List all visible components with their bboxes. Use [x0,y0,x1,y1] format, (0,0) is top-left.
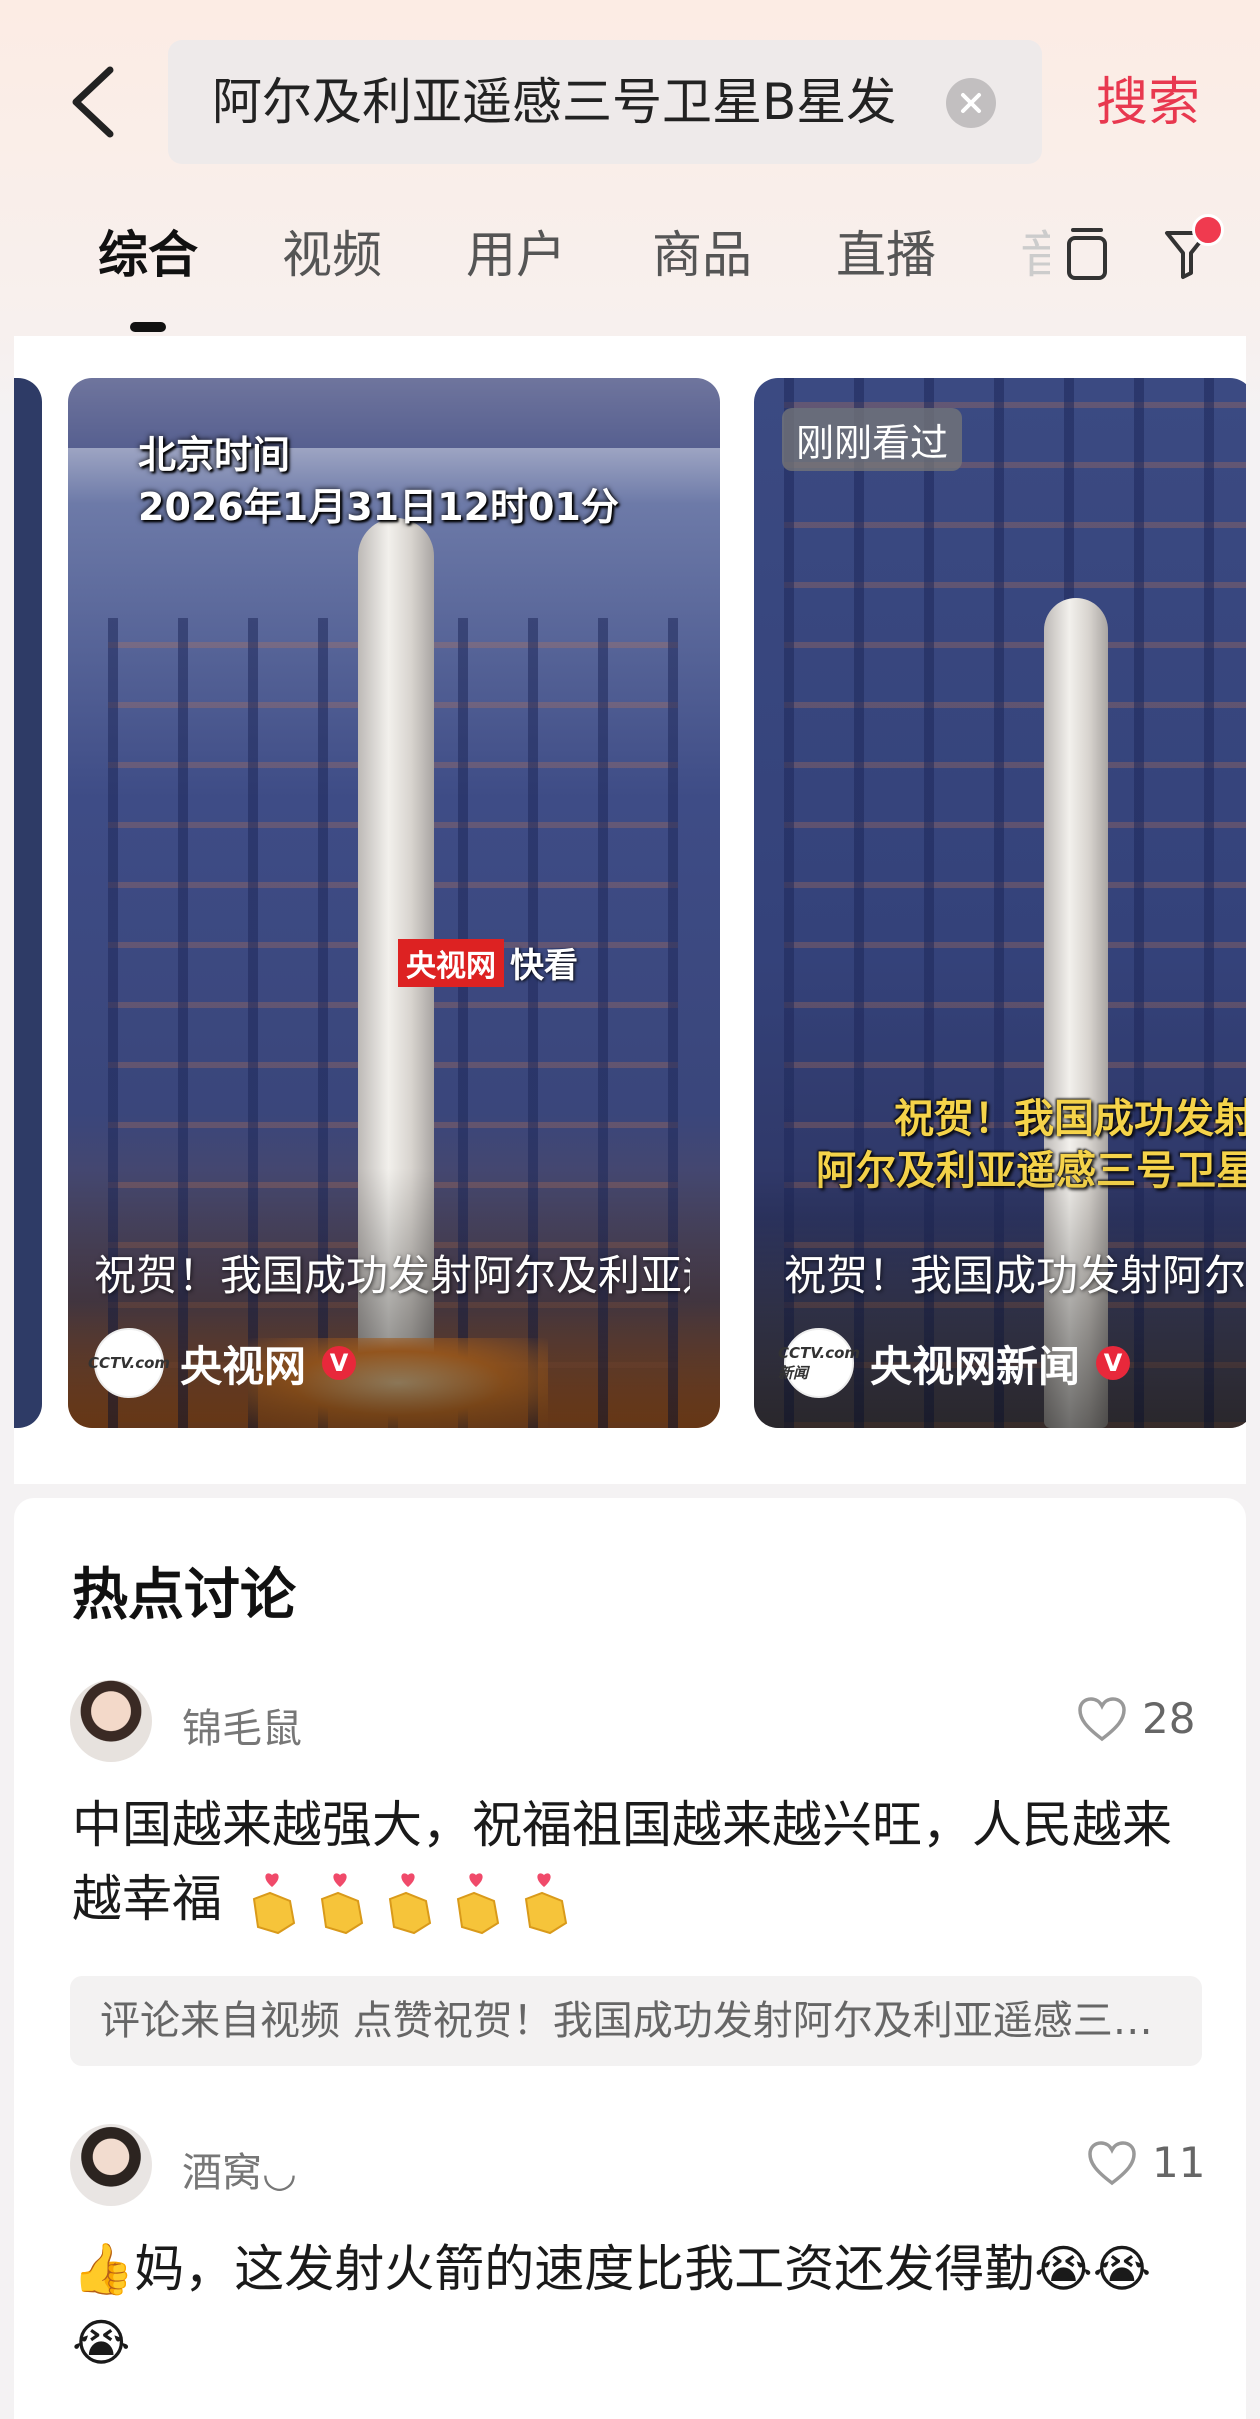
verified-icon: V [322,1346,357,1380]
comment-body: 中国越来越强大，祝福祖国越来越兴旺，人民越来越幸福 [72,1796,1172,1928]
comment-username[interactable]: 锦毛鼠 [182,1696,302,1754]
finger-heart-emoji [388,1872,432,1934]
author-name[interactable]: 央视网 [180,1333,306,1394]
time-label-line2: 2026年1月31日12时01分 [138,485,619,529]
video-title[interactable]: 祝贺！我国成功发射阿尔及利亚遥感三号卫星B星 [784,1242,1246,1303]
search-button[interactable]: 搜索 [1096,60,1200,146]
layout-toggle-button[interactable] [1060,222,1114,286]
finger-heart-emoji [252,1872,296,1934]
thumbs-up-emoji: 👍 [72,2240,135,2298]
tab-users[interactable]: 用户 [466,220,566,290]
heart-icon [1078,1696,1126,1741]
finger-heart-emoji-row [238,1870,578,1934]
search-box[interactable]: 阿尔及利亚遥感三号卫星B星发 [168,40,1042,164]
clear-icon [961,93,981,113]
video-author[interactable]: CCTV.com 央视网 V [88,1328,357,1398]
tab-truncated[interactable]: 音 [1020,220,1050,290]
avatar[interactable] [70,2124,152,2206]
comment-source-text[interactable]: 评论来自视频 点赞祝贺！我国成功发射阿尔及利亚遥感三号卫星B星 [100,1976,1160,2066]
tab-all[interactable]: 综合 [98,220,198,290]
search-input[interactable]: 阿尔及利亚遥感三号卫星B星发 [212,40,932,164]
watermark-badge: 央视网 [398,938,504,987]
video-caption-line1: 祝贺！我国成功发射 [894,1096,1246,1142]
hot-discussion-section: 热点讨论 锦毛鼠 28 中国越来越强大，祝福祖国越来越兴旺，人民越来越幸福 评论… [14,1498,1246,2419]
section-title: 热点讨论 [72,1563,296,1628]
like-button[interactable]: 11 [1086,2138,1205,2187]
verified-icon: V [1096,1346,1131,1380]
filter-badge-dot [1192,214,1224,246]
author-name[interactable]: 央视网新闻 [870,1333,1080,1394]
recently-watched-badge: 刚刚看过 [782,408,963,471]
watermark-text: 快看 [510,946,578,986]
comment-source[interactable]: 评论来自视频 点赞祝贺！我国成功发射阿尔及利亚遥感三号卫星B星 [70,1976,1202,2066]
heart-icon [1088,2140,1136,2185]
video-title[interactable]: 祝贺！我国成功发射阿尔及利亚遥感三号卫星B星 [94,1242,690,1303]
video-card-previous[interactable] [14,378,42,1428]
comment-text: 中国越来越强大，祝福祖国越来越兴旺，人民越来越幸福 [72,1788,1192,1936]
layout-icon [1067,228,1107,280]
tab-products[interactable]: 商品 [652,220,752,290]
finger-heart-emoji [524,1872,568,1934]
chevron-left-icon [72,66,114,138]
like-button[interactable]: 28 [1076,1694,1195,1743]
comment-username[interactable]: 酒窝◡ [182,2140,297,2198]
video-card[interactable]: 北京时间 2026年1月31日12时01分 央视网 快看 祝贺！我国成功发射阿尔… [68,378,720,1428]
tab-videos[interactable]: 视频 [282,220,382,290]
time-label-line1: 北京时间 [138,433,291,477]
author-avatar[interactable]: CCTV.com 新闻 [778,1328,860,1398]
active-tab-indicator [130,322,166,332]
clear-search-button[interactable] [946,78,996,128]
video-carousel[interactable]: 北京时间 2026年1月31日12时01分 央视网 快看 祝贺！我国成功发射阿尔… [14,336,1246,1484]
back-button[interactable] [58,62,128,142]
comment-body: 妈，这发射火箭的速度比我工资还发得勤 [134,2240,1035,2298]
avatar[interactable] [70,1680,152,1762]
finger-heart-emoji [456,1872,500,1934]
cctv-watermark: 央视网 快看 [398,938,578,987]
video-card[interactable]: 刚刚看过 祝贺！我国成功发射 阿尔及利亚遥感三号卫星 祝贺！我国成功发射阿尔及利… [754,378,1246,1428]
like-count: 11 [1152,2138,1206,2187]
video-author[interactable]: CCTV.com 新闻 央视网新闻 V [778,1328,1131,1398]
like-count: 28 [1142,1694,1196,1743]
comment-text: 👍妈，这发射火箭的速度比我工资还发得勤😭😭😭 [72,2232,1192,2380]
author-avatar[interactable]: CCTV.com [88,1328,170,1398]
tab-live[interactable]: 直播 [836,220,936,290]
finger-heart-emoji [320,1872,364,1934]
